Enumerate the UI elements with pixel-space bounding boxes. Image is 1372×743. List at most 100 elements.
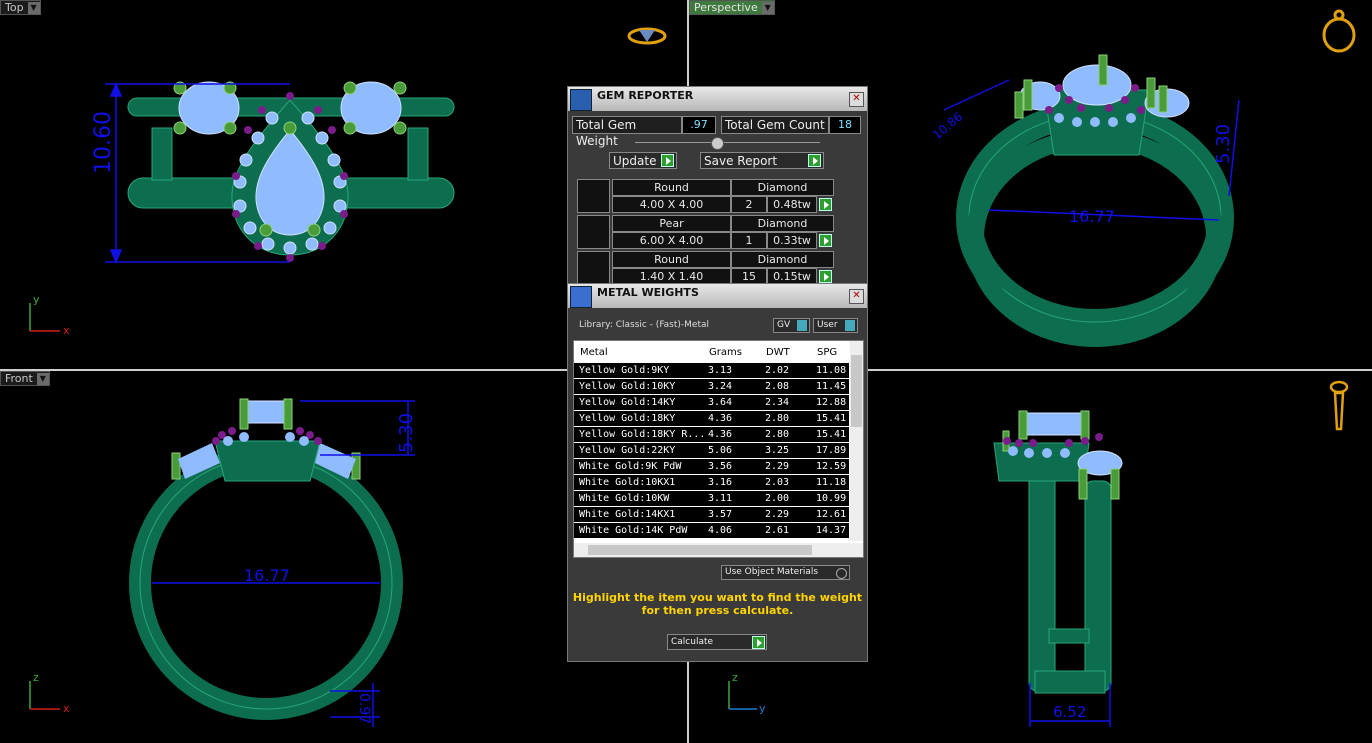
table-cell: 4.06 bbox=[708, 525, 733, 536]
gem-count: 1 bbox=[731, 232, 767, 249]
play-icon bbox=[808, 154, 821, 167]
right-dim-width: 6.52 bbox=[1053, 703, 1086, 721]
column-header[interactable]: SPG bbox=[817, 347, 837, 358]
gem-size: 4.00 X 4.00 bbox=[612, 196, 731, 213]
gem-count: 15 bbox=[731, 268, 767, 284]
column-header[interactable]: Grams bbox=[709, 347, 742, 358]
metal-weights-table[interactable]: Metal Grams DWT SPG Yellow Gold:9KY 3.13 2… bbox=[573, 340, 864, 558]
column-header[interactable]: Metal bbox=[580, 347, 608, 358]
table-cell: Yellow Gold:18KY R... bbox=[579, 429, 703, 440]
table-cell: 2.34 bbox=[765, 397, 790, 408]
gem-reporter-icon bbox=[570, 89, 592, 111]
table-cell: White Gold:14KX1 bbox=[579, 509, 676, 520]
table-row[interactable]: White Gold:14KX1 3.57 2.29 12.61 bbox=[574, 507, 849, 523]
round-gem-icon bbox=[577, 179, 610, 213]
play-icon bbox=[661, 154, 674, 167]
vertical-scrollbar[interactable] bbox=[850, 341, 863, 541]
table-cell: Yellow Gold:14KY bbox=[579, 397, 676, 408]
toggle-icon bbox=[797, 320, 807, 331]
table-cell: 3.56 bbox=[708, 461, 733, 472]
persp-dim-inner: 16.77 bbox=[1069, 207, 1115, 226]
table-row[interactable]: Yellow Gold:18KY 4.36 2.80 15.41 bbox=[574, 411, 849, 427]
gem-count: 2 bbox=[731, 196, 767, 213]
gem-row[interactable]: Round Diamond 4.00 X 4.00 2 0.48tw bbox=[577, 179, 845, 213]
close-icon[interactable]: ✕ bbox=[849, 289, 864, 304]
table-cell: 2.08 bbox=[765, 381, 790, 392]
total-gem-count-label: Total Gem Count bbox=[721, 116, 829, 134]
toggle-icon bbox=[845, 320, 855, 331]
table-cell: 3.16 bbox=[708, 477, 733, 488]
use-object-materials-checkbox[interactable]: Use Object Materials bbox=[721, 565, 850, 580]
instruction-message: Highlight the item you want to find the … bbox=[572, 591, 863, 617]
axis-y-label: y bbox=[759, 702, 766, 715]
gem-type: Diamond bbox=[731, 179, 834, 196]
table-cell: 10.99 bbox=[816, 493, 847, 504]
table-row[interactable]: Yellow Gold:10KY 3.24 2.08 11.45 bbox=[574, 379, 849, 395]
axis-z-label: z bbox=[732, 671, 738, 684]
gem-size-slider[interactable] bbox=[635, 142, 820, 143]
axis-x-label: x bbox=[63, 702, 70, 715]
calculate-button[interactable]: Calculate bbox=[667, 634, 767, 650]
table-row[interactable]: White Gold:14K PdW 4.06 2.61 14.37 bbox=[574, 523, 849, 539]
metal-weights-title: METAL WEIGHTS bbox=[597, 286, 699, 299]
gem-size: 1.40 X 1.40 bbox=[612, 268, 731, 284]
table-cell: 2.02 bbox=[765, 365, 790, 376]
table-cell: 12.88 bbox=[816, 397, 847, 408]
table-cell: White Gold:14K PdW bbox=[579, 525, 688, 536]
table-cell: White Gold:9K PdW bbox=[579, 461, 682, 472]
table-row[interactable]: Yellow Gold:14KY 3.64 2.34 12.88 bbox=[574, 395, 849, 411]
front-dim-inner: 16.77 bbox=[244, 566, 290, 585]
total-gem-count-value: 18 bbox=[829, 116, 861, 134]
ring-orientation-icon bbox=[1329, 380, 1349, 431]
table-row[interactable]: White Gold:9K PdW 3.56 2.29 12.59 bbox=[574, 459, 849, 475]
gem-shape: Pear bbox=[612, 215, 731, 232]
gv-toggle[interactable]: GV bbox=[773, 318, 810, 333]
gem-shape: Round bbox=[612, 251, 731, 268]
table-cell: 2.80 bbox=[765, 429, 790, 440]
table-cell: 11.45 bbox=[816, 381, 847, 392]
axis-x-label: x bbox=[63, 324, 70, 337]
save-report-button[interactable]: Save Report bbox=[700, 152, 824, 169]
metal-weights-titlebar[interactable]: METAL WEIGHTS ✕ bbox=[568, 284, 867, 308]
gem-shape: Round bbox=[612, 179, 731, 196]
user-toggle[interactable]: User bbox=[813, 318, 858, 333]
table-cell: 2.00 bbox=[765, 493, 790, 504]
table-row[interactable]: Yellow Gold:18KY R... 4.36 2.80 15.41 bbox=[574, 427, 849, 443]
play-icon[interactable] bbox=[819, 234, 832, 247]
gem-row[interactable]: Pear Diamond 6.00 X 4.00 1 0.33tw bbox=[577, 215, 845, 249]
play-icon[interactable] bbox=[819, 198, 832, 211]
gem-type: Diamond bbox=[731, 215, 834, 232]
update-button[interactable]: Update bbox=[609, 152, 677, 169]
table-cell: 3.25 bbox=[765, 445, 790, 456]
column-header[interactable]: DWT bbox=[766, 347, 790, 358]
table-cell: 12.61 bbox=[816, 509, 847, 520]
library-label: Library: Classic - (Fast)-Metal bbox=[579, 320, 710, 330]
total-gem-weight-label: Total Gem Weight bbox=[572, 116, 682, 148]
table-cell: 3.24 bbox=[708, 381, 733, 392]
scroll-thumb[interactable] bbox=[588, 545, 812, 555]
close-icon[interactable]: ✕ bbox=[849, 92, 864, 107]
table-cell: 2.80 bbox=[765, 413, 790, 424]
top-dim-height: 10.60 bbox=[91, 111, 116, 174]
slider-handle-icon[interactable] bbox=[711, 137, 724, 150]
persp-dim-height: 5.30 bbox=[1213, 124, 1234, 164]
table-cell: 2.61 bbox=[765, 525, 790, 536]
gem-reporter-panel: GEM REPORTER ✕ Total Gem Weight .97 Tota… bbox=[567, 86, 868, 285]
table-cell: Yellow Gold:10KY bbox=[579, 381, 676, 392]
table-cell: 2.29 bbox=[765, 509, 790, 520]
scroll-thumb[interactable] bbox=[851, 355, 862, 427]
gem-weight: 0.48tw bbox=[767, 196, 817, 213]
table-row[interactable]: Yellow Gold:22KY 5.06 3.25 17.89 bbox=[574, 443, 849, 459]
axis-y-label: y bbox=[33, 293, 40, 306]
table-row[interactable]: White Gold:10KW 3.11 2.00 10.99 bbox=[574, 491, 849, 507]
play-icon[interactable] bbox=[819, 270, 832, 283]
metal-weights-panel: METAL WEIGHTS ✕ Library: Classic - (Fast… bbox=[567, 283, 868, 662]
front-dim-thickness: 0.97 bbox=[356, 693, 372, 724]
gem-reporter-titlebar[interactable]: GEM REPORTER ✕ bbox=[568, 87, 867, 111]
table-row[interactable]: Yellow Gold:9KY 3.13 2.02 11.08 bbox=[574, 363, 849, 379]
horizontal-scrollbar[interactable] bbox=[574, 543, 863, 557]
table-cell: Yellow Gold:22KY bbox=[579, 445, 676, 456]
table-cell: Yellow Gold:18KY bbox=[579, 413, 676, 424]
table-row[interactable]: White Gold:10KX1 3.16 2.03 11.18 bbox=[574, 475, 849, 491]
gem-row[interactable]: Round Diamond 1.40 X 1.40 15 0.15tw bbox=[577, 251, 845, 285]
